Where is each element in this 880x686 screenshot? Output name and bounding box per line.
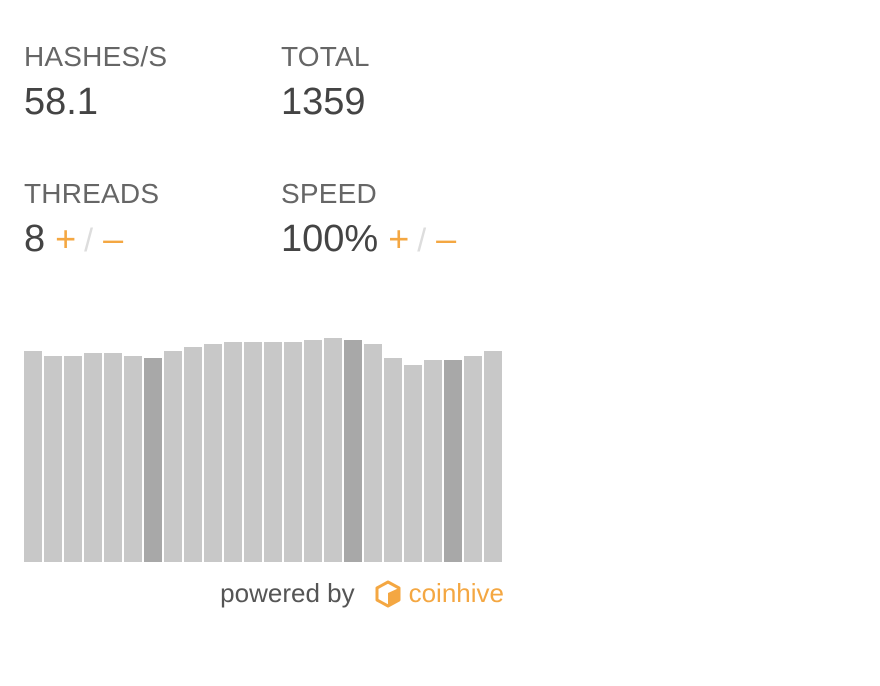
- graph-bar: [44, 356, 62, 562]
- speed-number: 100%: [281, 218, 379, 260]
- graph-bar: [184, 347, 202, 562]
- hashes-number: 58.1: [24, 81, 98, 123]
- cube-icon: [375, 580, 401, 608]
- graph-bar: [404, 365, 422, 562]
- graph-bar: [444, 360, 462, 562]
- graph-bar: [64, 356, 82, 562]
- graph-bar: [144, 358, 162, 562]
- speed-separator: /: [417, 222, 427, 258]
- threads-label: THREADS: [24, 178, 160, 209]
- hashes-value: 58.1: [24, 80, 281, 124]
- graph-bar: [324, 338, 342, 562]
- graph-bar: [204, 344, 222, 562]
- graph-bar: [424, 360, 442, 562]
- graph-bar: [24, 351, 42, 562]
- threads-stat: THREADS 8 + / –: [24, 175, 281, 312]
- coinhive-link[interactable]: coinhive: [375, 578, 504, 609]
- graph-bar: [104, 353, 122, 562]
- threads-number: 8: [24, 218, 46, 260]
- threads-separator: /: [84, 222, 94, 258]
- graph-bar: [344, 340, 362, 562]
- graph-bar: [364, 344, 382, 562]
- graph-bar: [164, 351, 182, 562]
- hashrate-graph: [24, 338, 502, 562]
- total-stat: TOTAL 1359: [281, 38, 504, 175]
- graph-bar: [464, 356, 482, 562]
- total-label: TOTAL: [281, 41, 370, 72]
- total-value: 1359: [281, 80, 504, 124]
- powered-by-text: powered by: [220, 578, 355, 608]
- graph-bar: [304, 340, 322, 562]
- speed-decrease-button[interactable]: –: [436, 217, 456, 261]
- graph-bar: [484, 351, 502, 562]
- miner-widget: HASHES/S 58.1 TOTAL 1359 THREADS 8 + / –…: [24, 38, 504, 608]
- hashes-label: HASHES/S: [24, 41, 168, 72]
- graph-bar: [84, 353, 102, 562]
- footer: powered by coinhive: [24, 578, 504, 609]
- graph-bar: [124, 356, 142, 562]
- total-number: 1359: [281, 81, 366, 123]
- speed-increase-button[interactable]: +: [388, 217, 409, 261]
- graph-bar: [244, 342, 262, 562]
- threads-decrease-button[interactable]: –: [103, 217, 123, 261]
- speed-value: 100% + / –: [281, 217, 504, 262]
- graph-bar: [224, 342, 242, 562]
- coinhive-brand: coinhive: [408, 578, 504, 608]
- threads-value: 8 + / –: [24, 217, 281, 262]
- graph-bar: [384, 358, 402, 562]
- stats-grid: HASHES/S 58.1 TOTAL 1359 THREADS 8 + / –…: [24, 38, 504, 312]
- threads-increase-button[interactable]: +: [55, 217, 76, 261]
- speed-stat: SPEED 100% + / –: [281, 175, 504, 312]
- speed-label: SPEED: [281, 178, 377, 209]
- graph-bar: [284, 342, 302, 562]
- graph-bar: [264, 342, 282, 562]
- hashes-stat: HASHES/S 58.1: [24, 38, 281, 175]
